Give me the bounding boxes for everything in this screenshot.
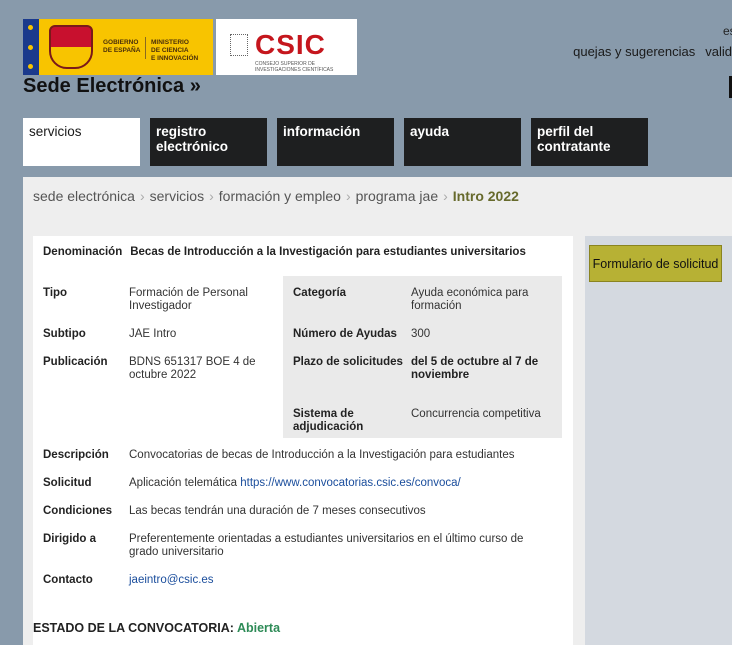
sistema-label: Sistema de adjudicación [293, 408, 364, 433]
categoria-label: Categoría [293, 287, 347, 299]
estado-convocatoria: ESTADO DE LA CONVOCATORIA: Abierta [33, 621, 280, 635]
tab-registro-electronico[interactable]: registro electrónico [150, 118, 267, 166]
condiciones-label: Condiciones [43, 505, 113, 517]
breadcrumb-separator: › [345, 188, 351, 204]
publicacion-label: Publicación [43, 356, 108, 368]
site-title[interactable]: Sede Electrónica » [23, 75, 201, 98]
tab-servicios[interactable]: servicios [23, 118, 140, 166]
categoria-value: Ayuda económica para formación [411, 287, 529, 312]
descripcion-label: Descripción [43, 449, 109, 461]
convocatoria-details: Denominación Becas de Introducción a la I… [33, 236, 573, 645]
breadcrumb-separator: › [139, 188, 145, 204]
estado-colon: : [229, 621, 234, 635]
descripcion-value: Convocatorias de becas de Introducción a… [129, 449, 515, 461]
subtipo-label: Subtipo [43, 328, 86, 340]
dirigido-label: Dirigido a [43, 533, 97, 545]
coat-of-arms-icon [49, 25, 93, 69]
top-links: quejas y sugerencias valid [563, 44, 732, 59]
solicitud-row: Aplicación telemática https://www.convoc… [129, 477, 461, 490]
tab-ayuda[interactable]: ayuda [404, 118, 521, 166]
breadcrumb: sede electrónica › servicios › formación y e… [33, 188, 519, 204]
quejas-link[interactable]: quejas y sugerencias [573, 44, 695, 59]
estado-label: ESTADO DE LA CONVOCATORIA [33, 621, 230, 635]
csic-name: CSIC [255, 29, 326, 60]
tipo-value: Formación de Personal Investigador [129, 287, 248, 312]
tab-informacion[interactable]: información [277, 118, 394, 166]
language-link[interactable]: es [723, 24, 732, 38]
publicacion-value: BDNS 651317 BOE 4 de octubre 2022 [129, 356, 256, 381]
validar-link[interactable]: valid [705, 44, 732, 59]
main-panel: sede electrónica › servicios › formación y e… [23, 177, 732, 645]
plazo-value: del 5 de octubre al 7 de noviembre [411, 356, 539, 381]
csic-logo[interactable]: CSIC CONSEJO SUPERIOR DE INVESTIGACIONES… [216, 19, 357, 75]
breadcrumb-servicios[interactable]: servicios [150, 188, 204, 204]
denominacion-label: Denominación [43, 246, 123, 258]
breadcrumb-separator: › [209, 188, 214, 204]
breadcrumb-formacion[interactable]: formación y empleo [219, 188, 341, 204]
numero-ayudas-label: Número de Ayudas [293, 328, 397, 340]
denominacion-value: Becas de Introducción a la Investigación… [130, 246, 526, 258]
formulario-solicitud-button[interactable]: Formulario de solicitud [589, 245, 722, 282]
denominacion-row: Denominación Becas de Introducción a la I… [43, 246, 526, 259]
dirigido-value: Preferentemente orientadas a estudiantes… [129, 533, 524, 558]
breadcrumb-current: Intro 2022 [452, 188, 519, 204]
breadcrumb-separator: › [443, 188, 448, 204]
contacto-email-link[interactable]: jaeintro@csic.es [129, 574, 214, 587]
solicitud-label: Solicitud [43, 477, 92, 489]
plazo-label: Plazo de solicitudes [293, 356, 403, 368]
tipo-label: Tipo [43, 287, 68, 299]
breadcrumb-sede[interactable]: sede electrónica [33, 188, 135, 204]
subtipo-value: JAE Intro [129, 328, 177, 340]
ministerio-text: MINISTERIO DE CIENCIA E INNOVACIÓN [151, 39, 199, 62]
sidebar: Formulario de solicitud [585, 236, 732, 645]
breadcrumb-programa[interactable]: programa jae [356, 188, 439, 204]
solicitud-value: Aplicación telemática [129, 477, 238, 489]
csic-emblem-icon [230, 34, 248, 56]
csic-subtitle: CONSEJO SUPERIOR DE INVESTIGACIONES CIEN… [255, 61, 334, 73]
contacto-label: Contacto [43, 574, 93, 586]
gobierno-espana-logo[interactable]: GOBIERNO DE ESPAÑA MINISTERIO DE CIENCIA… [23, 19, 213, 75]
gobierno-text: GOBIERNO DE ESPAÑA [103, 39, 141, 54]
logo-divider [145, 37, 146, 59]
sistema-value: Concurrencia competitiva [411, 408, 541, 420]
eu-flag-icon [23, 19, 39, 75]
condiciones-value: Las becas tendrán una duración de 7 mese… [129, 505, 426, 517]
numero-ayudas-value: 300 [411, 328, 431, 340]
estado-value: Abierta [236, 621, 281, 635]
tab-perfil-contratante[interactable]: perfil del contratante [531, 118, 648, 166]
convocatorias-link[interactable]: https://www.convocatorias.csic.es/convoc… [240, 477, 461, 489]
